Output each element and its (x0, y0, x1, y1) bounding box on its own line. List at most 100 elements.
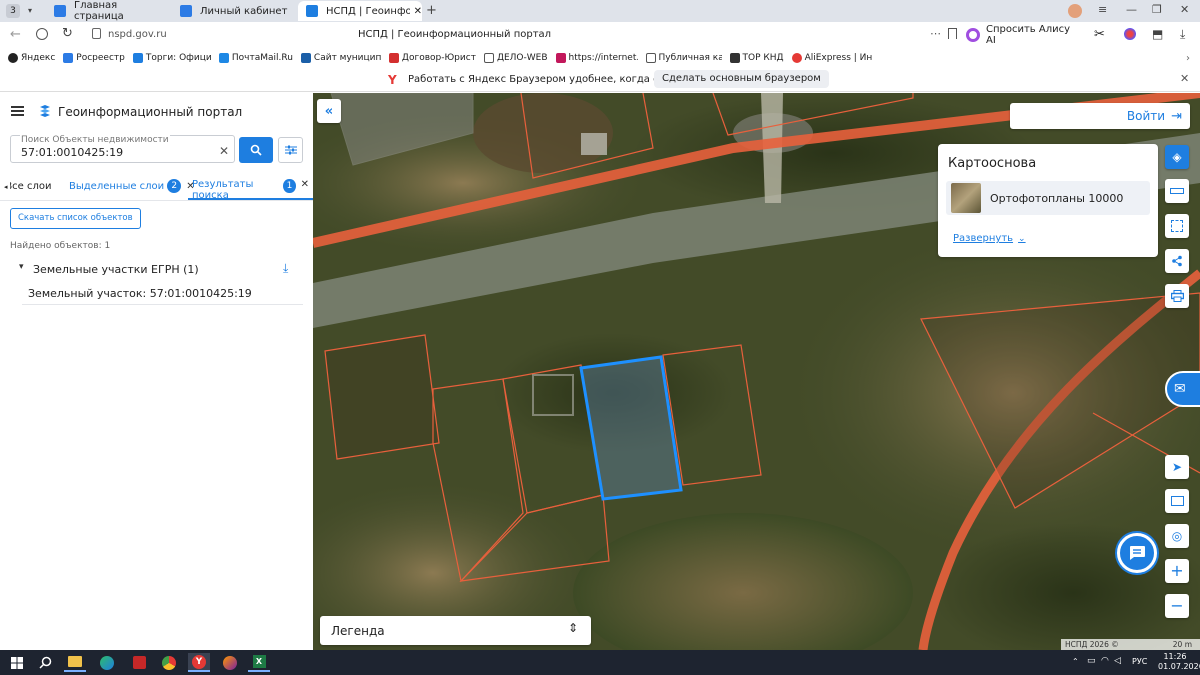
count-badge: 2 (167, 179, 182, 193)
filter-button[interactable] (278, 137, 303, 163)
download-icon[interactable]: ⤓ (1180, 27, 1185, 42)
clear-icon[interactable]: ✕ (219, 144, 229, 158)
share-button[interactable] (1165, 249, 1189, 273)
menu-icon[interactable]: ≡ (1098, 3, 1107, 16)
chrome-icon[interactable] (158, 653, 180, 672)
ask-alice-button[interactable]: Спросить Алису AI (966, 24, 1076, 46)
minimap-button[interactable] (1165, 489, 1189, 513)
chevron-up-icon[interactable]: ⌃ (1072, 657, 1079, 666)
share-icon (1172, 255, 1182, 267)
network-icon[interactable]: ▭ (1087, 656, 1096, 666)
legend-dropdown[interactable]: Легенда ⇕ (320, 616, 591, 645)
tab-search-results[interactable]: Результаты поиска 1 ✕ (188, 173, 313, 201)
tab-counter[interactable]: 3 (6, 4, 20, 18)
lock-icon (92, 28, 101, 39)
area-select-button[interactable] (1165, 214, 1189, 238)
bookmark-tor-knd[interactable]: ТОР КНД (729, 53, 784, 63)
back-arrow-icon[interactable]: ← (10, 27, 21, 42)
url-text[interactable]: nspd.gov.ru (108, 29, 167, 40)
bookmark-rosreestr[interactable]: Росреестр (63, 53, 125, 63)
bookmark-delo[interactable]: ДЕЛО-WEB (483, 53, 548, 63)
bookmark-mail[interactable]: ПочтаMail.Ru (218, 53, 293, 63)
search-input[interactable]: Поиск Объекты недвижимости 57:01:0010425… (10, 135, 235, 163)
chevron-down-icon[interactable]: ▾ (28, 6, 32, 15)
file-explorer-icon[interactable] (64, 653, 86, 672)
clock[interactable]: 11:26 01.07.2026 (1158, 652, 1200, 672)
make-default-button[interactable]: Сделать основным браузером (654, 70, 829, 88)
locate-point-button[interactable]: ◎ (1165, 524, 1189, 548)
search-icon[interactable] (34, 653, 56, 672)
address-bar: ← ↻ nspd.gov.ru НСПД | Геоинформационный… (0, 22, 1200, 48)
print-button[interactable] (1165, 284, 1189, 308)
zoom-out-button[interactable]: − (1165, 594, 1189, 618)
windows-start-icon[interactable] (6, 653, 28, 672)
tab-selected-layers[interactable]: Выделенные слои 2 ✕ (69, 179, 195, 193)
group-title: Земельные участки ЕГРН (1) (33, 263, 199, 276)
close-icon[interactable]: ✕ (1180, 72, 1189, 85)
volume-icon[interactable]: ◁ (1114, 656, 1121, 666)
firefox-icon[interactable] (219, 653, 241, 672)
bookmark-yandex[interactable]: Яндекс (8, 53, 55, 63)
chevron-left-icon: ◂ (4, 182, 8, 191)
close-icon[interactable]: ✕ (301, 179, 309, 190)
download-icon[interactable]: ⤓ (283, 261, 288, 276)
basemap-title: Картооснова (948, 156, 1037, 171)
tab-nspd[interactable]: НСПД | Геоинформаци ✕ (298, 1, 422, 21)
acrobat-icon[interactable] (128, 653, 150, 672)
bookmark-cadastral[interactable]: Публичная кадас (645, 53, 722, 63)
yandex-browser-icon[interactable]: Y (188, 653, 210, 672)
bookmark-dogovor[interactable]: Договор-Юрист (388, 53, 476, 63)
extensions-icon[interactable]: ⬒ (1152, 27, 1163, 41)
bookmark-torgi[interactable]: Торги: Официаль (132, 53, 211, 63)
left-panel: Геоинформационный портал Поиск Объекты н… (0, 93, 313, 650)
excel-icon[interactable]: X (248, 653, 270, 672)
expand-link[interactable]: Развернуть ⌄ (953, 233, 1026, 244)
protect-icon[interactable] (36, 28, 48, 40)
layers-tool-button[interactable]: ◈ (1165, 145, 1189, 169)
zoom-in-button[interactable]: + (1165, 559, 1189, 583)
map-view[interactable]: « Войти ⇥ Картооснова Ортофотопланы 1000… (313, 93, 1200, 650)
wifi-icon[interactable]: ◠ (1101, 656, 1109, 666)
login-icon: ⇥ (1171, 108, 1182, 124)
basemap-item[interactable]: Ортофотопланы 10000 (946, 181, 1150, 215)
close-icon[interactable]: ✕ (414, 6, 422, 17)
result-item[interactable]: Земельный участок: 57:01:0010425:19 (22, 283, 303, 305)
search-value[interactable]: 57:01:0010425:19 (21, 146, 123, 159)
search-icon (250, 144, 262, 156)
avatar[interactable] (1068, 4, 1082, 18)
tools-icon[interactable]: ✂ (1094, 27, 1105, 42)
feedback-button[interactable]: ✉ (1165, 371, 1200, 407)
new-tab-button[interactable]: + (426, 3, 437, 18)
tab-personal-cabinet[interactable]: Личный кабинет (172, 1, 292, 21)
restore-icon[interactable]: ❐ (1152, 3, 1162, 16)
bookmark-municipal[interactable]: Сайт муниципаль (300, 53, 381, 63)
bookmark-internet[interactable]: https://internet.g (555, 53, 638, 63)
ruler-icon (1170, 188, 1184, 194)
yandex-logo-icon: Y (388, 73, 397, 87)
more-icon[interactable]: ⋯ (930, 27, 941, 40)
minimize-icon[interactable]: — (1126, 3, 1137, 16)
tab-all-layers[interactable]: ◂ Все слои (4, 181, 52, 192)
chevron-down-icon: ▾ (19, 262, 24, 272)
extension-icon[interactable] (1124, 28, 1136, 40)
search-button[interactable] (239, 137, 273, 163)
map-attribution: НСПД 2026 © 20 m (1061, 639, 1200, 650)
assistant-chat-button[interactable] (1117, 533, 1157, 573)
edge-icon[interactable] (96, 653, 118, 672)
chevron-right-icon[interactable]: › (1186, 53, 1190, 64)
bookmark-aliexpress[interactable]: AliExpress | Интер (791, 53, 872, 63)
hamburger-menu-icon[interactable] (11, 106, 24, 116)
language-indicator[interactable]: РУС (1132, 657, 1147, 666)
ruler-button[interactable] (1165, 179, 1189, 203)
result-group[interactable]: ▾ Земельные участки ЕГРН (1) ⤓ (0, 259, 313, 279)
login-button[interactable]: Войти ⇥ (1010, 103, 1190, 129)
download-list-button[interactable]: Скачать список объектов (10, 208, 141, 229)
bookmarks-bar: Яндекс Росреестр Торги: Официаль ПочтаMa… (0, 48, 1200, 68)
reload-icon[interactable]: ↻ (62, 26, 73, 41)
bookmark-icon[interactable] (948, 28, 957, 39)
geolocation-button[interactable]: ➤ (1165, 455, 1189, 479)
close-window-icon[interactable]: ✕ (1180, 3, 1189, 16)
tab-main-page[interactable]: Главная страница (46, 0, 166, 22)
collapse-panel-button[interactable]: « (317, 99, 341, 123)
search-label: Поиск Объекты недвижимости (20, 135, 170, 145)
